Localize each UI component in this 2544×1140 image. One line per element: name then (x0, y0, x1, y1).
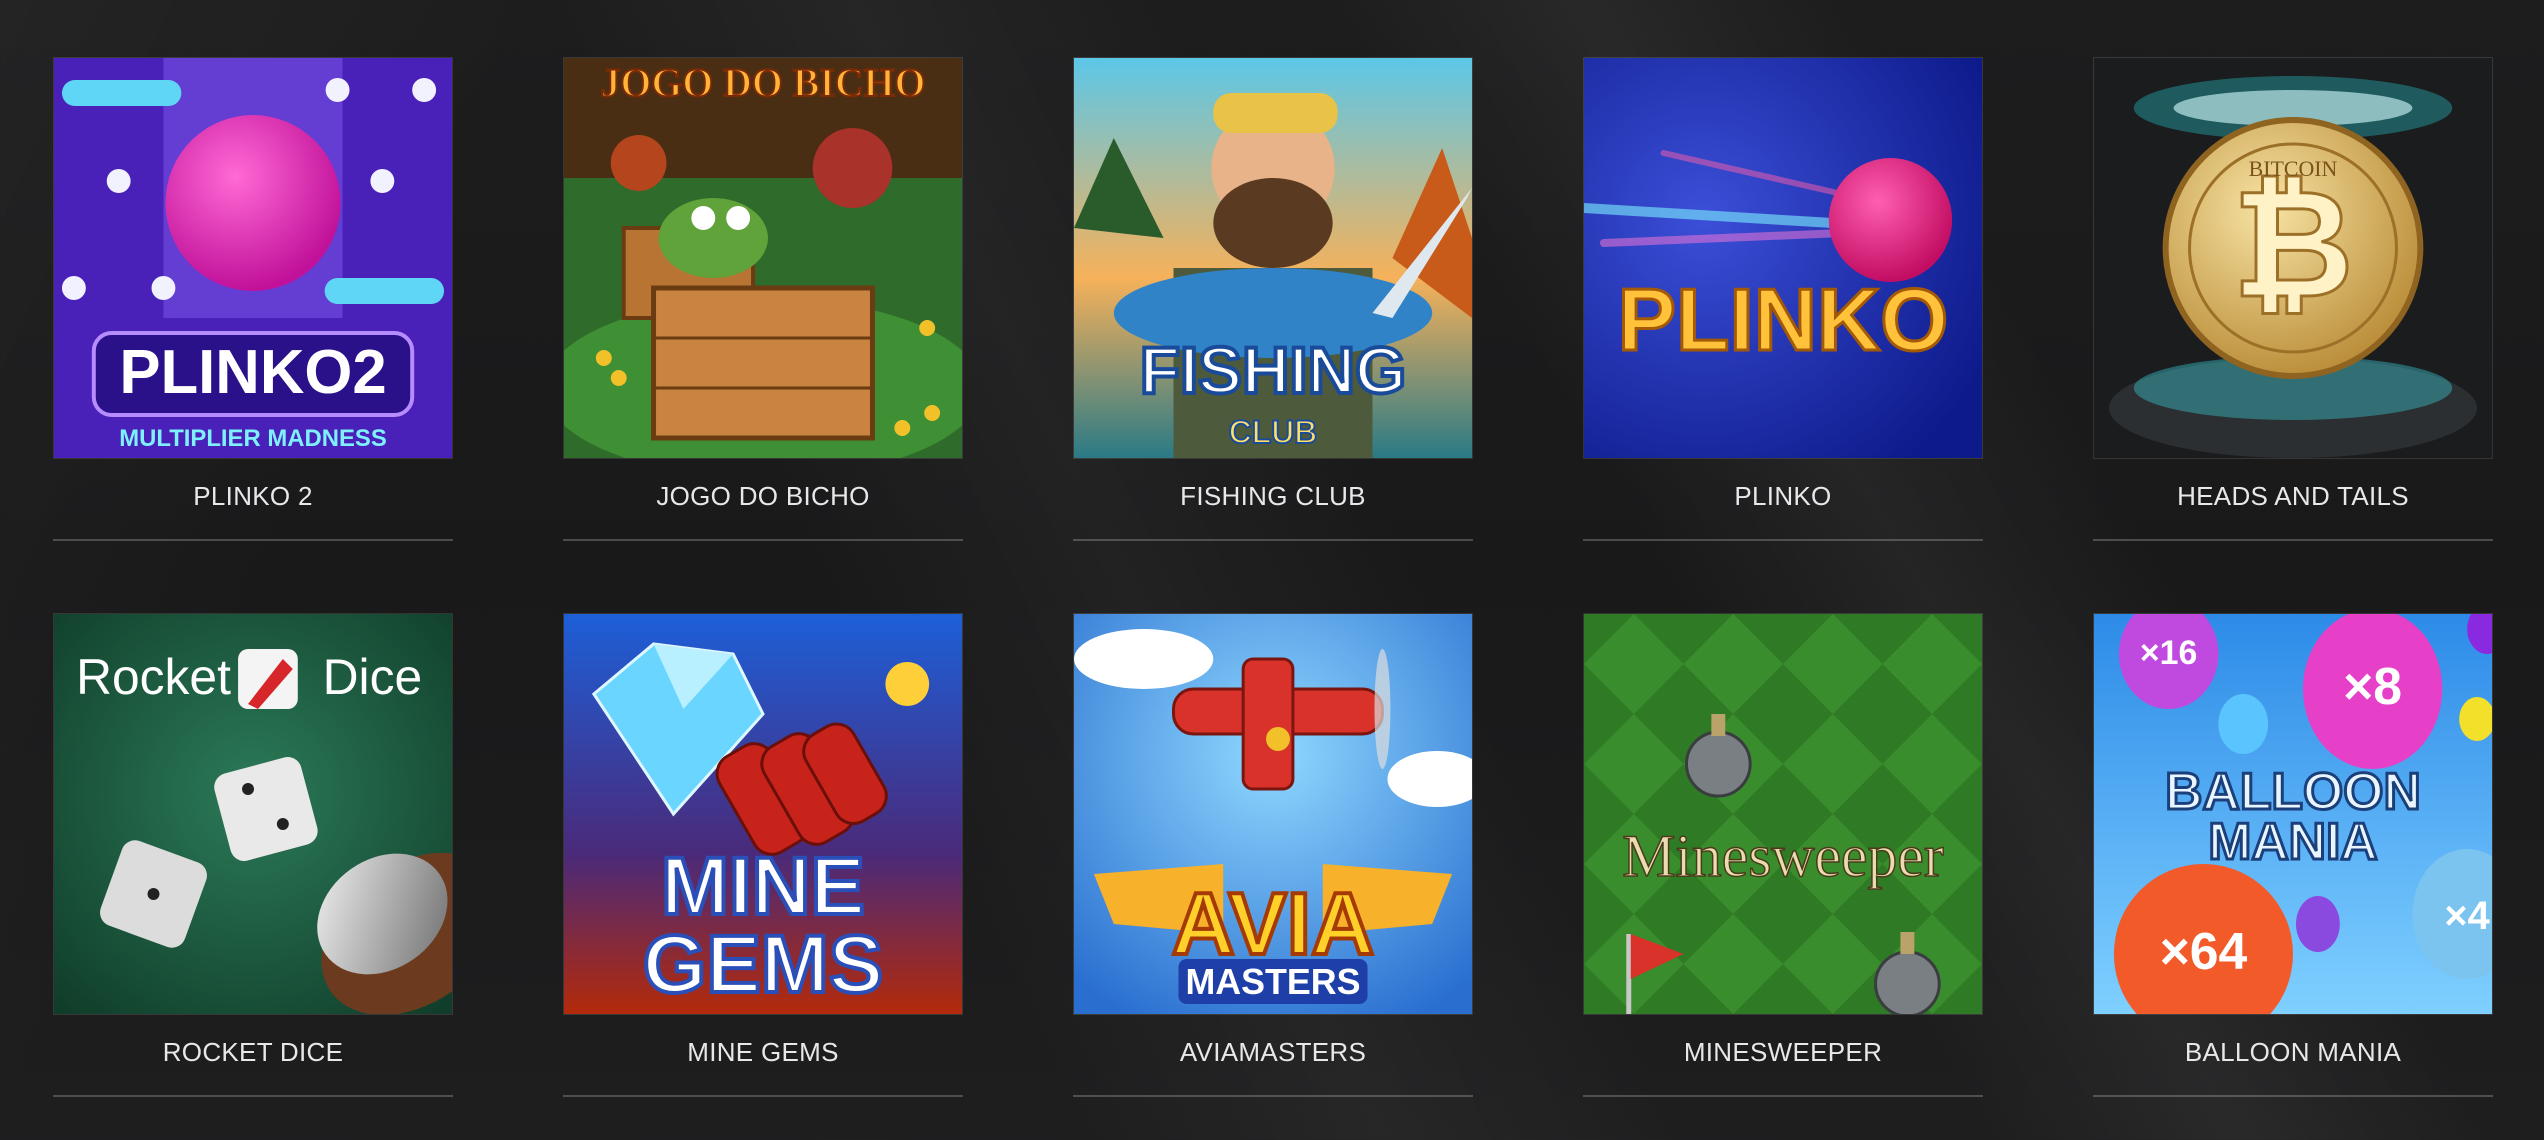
game-card-heads-and-tails[interactable]: ₿ BITCOIN HEADS AND TAILS (2093, 57, 2493, 613)
minesweeper-logo: Minesweeper (1622, 823, 1944, 889)
aviamasters-thumbnail[interactable]: AVIA MASTERS (1073, 613, 1473, 1015)
plinko-logo: PLINKO (1618, 271, 1949, 369)
fishing-club-logo: FISHING (1140, 333, 1406, 407)
game-card-plinko-2[interactable]: PLINKO2 MULTIPLIER MADNESS PLINKO 2 (53, 57, 453, 613)
bitcoin-icon: ₿ (2232, 158, 2354, 332)
divider (563, 1095, 963, 1097)
game-card-balloon-mania[interactable]: ×16 ×8 ×64 ×4 BALLOON MANIA BALLOON MANI… (2093, 613, 2493, 1140)
plinko-thumbnail[interactable]: PLINKO (1583, 57, 1983, 459)
game-card-jogo-do-bicho[interactable]: JOGO DO BICHO JOGO DO BICHO (563, 57, 963, 613)
divider (53, 1095, 453, 1097)
balloon-mania-thumbnail[interactable]: ×16 ×8 ×64 ×4 BALLOON MANIA (2093, 613, 2493, 1015)
game-title[interactable]: ROCKET DICE (53, 1037, 453, 1068)
balloon-multiplier-8: ×8 (2343, 657, 2402, 715)
game-title[interactable]: FISHING CLUB (1073, 481, 1473, 512)
divider (1583, 1095, 1983, 1097)
jogo-do-bicho-logo: JOGO DO BICHO (601, 60, 926, 105)
aviamasters-logo-bottom: MASTERS (1185, 961, 1360, 1002)
balloon-multiplier-4: ×4 (2444, 894, 2489, 938)
game-card-minesweeper[interactable]: Minesweeper MINESWEEPER (1583, 613, 1983, 1140)
divider (1583, 539, 1983, 541)
game-card-mine-gems[interactable]: MINE GEMS MINE GEMS (563, 613, 963, 1140)
game-title[interactable]: JOGO DO BICHO (563, 481, 963, 512)
divider (1073, 539, 1473, 541)
fishing-club-thumbnail[interactable]: FISHING CLUB (1073, 57, 1473, 459)
divider (563, 539, 963, 541)
plinko2-logo: PLINKO2 (119, 338, 386, 407)
heads-and-tails-thumbnail[interactable]: ₿ BITCOIN (2093, 57, 2493, 459)
rocket-dice-logo-left: Rocket (76, 649, 231, 705)
divider (2093, 539, 2493, 541)
rocket-dice-thumbnail[interactable]: Rocket Dice (53, 613, 453, 1015)
game-card-plinko[interactable]: PLINKO PLINKO (1583, 57, 1983, 613)
fishing-club-sublogo: CLUB (1229, 414, 1317, 450)
game-title[interactable]: PLINKO 2 (53, 481, 453, 512)
plinko2-thumbnail[interactable]: PLINKO2 MULTIPLIER MADNESS (53, 57, 453, 459)
game-title[interactable]: AVIAMASTERS (1073, 1037, 1473, 1068)
game-title[interactable]: HEADS AND TAILS (2093, 481, 2493, 512)
game-card-fishing-club[interactable]: FISHING CLUB FISHING CLUB (1073, 57, 1473, 613)
game-title[interactable]: MINESWEEPER (1583, 1037, 1983, 1068)
game-title[interactable]: PLINKO (1583, 481, 1983, 512)
aviamasters-logo-top: AVIA (1172, 875, 1375, 973)
game-card-rocket-dice[interactable]: Rocket Dice ROCKET DICE (53, 613, 453, 1140)
game-title[interactable]: BALLOON MANIA (2093, 1037, 2493, 1068)
balloon-multiplier-16: ×16 (2140, 634, 2197, 672)
game-card-aviamasters[interactable]: AVIA MASTERS AVIAMASTERS (1073, 613, 1473, 1140)
mine-gems-logo-bottom: GEMS (643, 919, 883, 1010)
balloon-mania-logo-bottom: MANIA (2208, 812, 2378, 870)
divider (53, 539, 453, 541)
jogo-do-bicho-thumbnail[interactable]: JOGO DO BICHO (563, 57, 963, 459)
game-title[interactable]: MINE GEMS (563, 1037, 963, 1068)
divider (2093, 1095, 2493, 1097)
balloon-multiplier-64: ×64 (2160, 922, 2248, 980)
minesweeper-thumbnail[interactable]: Minesweeper (1583, 613, 1983, 1015)
plinko2-subtitle: MULTIPLIER MADNESS (119, 425, 387, 452)
coin-inscription: BITCOIN (2249, 156, 2338, 181)
divider (1073, 1095, 1473, 1097)
rocket-dice-logo-right: Dice (323, 649, 422, 705)
mine-gems-thumbnail[interactable]: MINE GEMS (563, 613, 963, 1015)
game-grid: PLINKO2 MULTIPLIER MADNESS PLINKO 2 JOGO… (53, 57, 2493, 1140)
